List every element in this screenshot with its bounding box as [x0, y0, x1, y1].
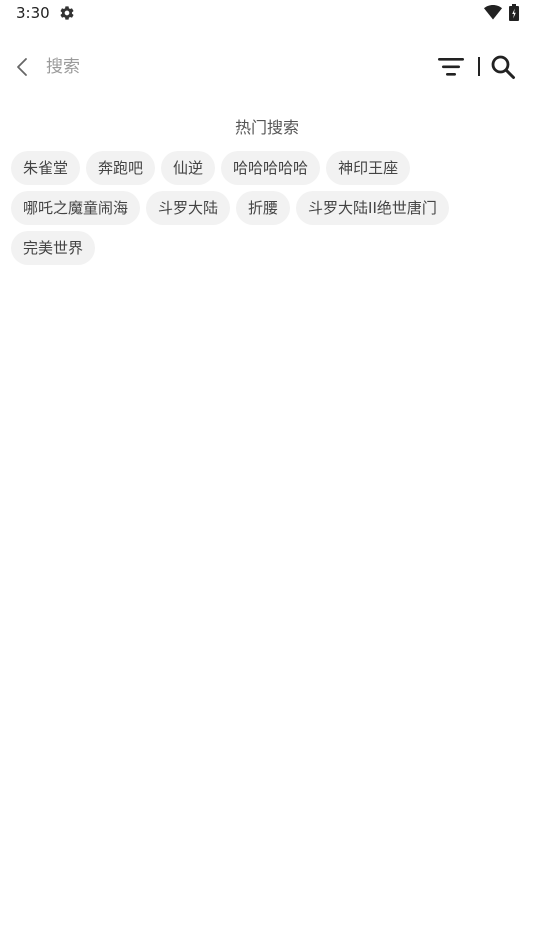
hot-search-tag[interactable]: 斗罗大陆II绝世唐门 — [296, 191, 449, 225]
hot-search-tag[interactable]: 斗罗大陆 — [146, 191, 231, 225]
hot-search-tags: 朱雀堂 奔跑吧 仙逆 哈哈哈哈哈 神印王座 哪吒之魔童闹海 斗罗大陆 折腰 斗罗… — [11, 151, 526, 271]
wifi-icon — [484, 5, 502, 20]
hot-search-tag[interactable]: 完美世界 — [11, 231, 96, 265]
hot-search-tag[interactable]: 朱雀堂 — [11, 151, 81, 185]
hot-search-tag[interactable]: 哈哈哈哈哈 — [221, 151, 321, 185]
tag-row: 朱雀堂 奔跑吧 仙逆 哈哈哈哈哈 神印王座 — [11, 151, 526, 185]
status-time: 3:30 — [16, 4, 50, 22]
status-bar: 3:30 — [0, 0, 534, 28]
hot-search-tag[interactable]: 仙逆 — [161, 151, 216, 185]
search-icon[interactable] — [490, 54, 516, 80]
divider — [478, 57, 480, 76]
gear-icon — [60, 6, 74, 20]
hot-search-tag[interactable]: 哪吒之魔童闹海 — [11, 191, 141, 225]
chevron-left-icon[interactable] — [12, 56, 34, 78]
hot-search-tag[interactable]: 折腰 — [236, 191, 291, 225]
tag-row: 完美世界 — [11, 231, 526, 265]
battery-icon — [509, 4, 519, 21]
search-bar — [0, 48, 534, 88]
search-input[interactable] — [46, 54, 406, 80]
tag-row: 哪吒之魔童闹海 斗罗大陆 折腰 斗罗大陆II绝世唐门 — [11, 191, 526, 225]
hot-search-title: 热门搜索 — [234, 118, 299, 137]
filter-icon[interactable] — [437, 56, 465, 78]
hot-search-tag[interactable]: 神印王座 — [326, 151, 411, 185]
hot-search-tag[interactable]: 奔跑吧 — [86, 151, 156, 185]
